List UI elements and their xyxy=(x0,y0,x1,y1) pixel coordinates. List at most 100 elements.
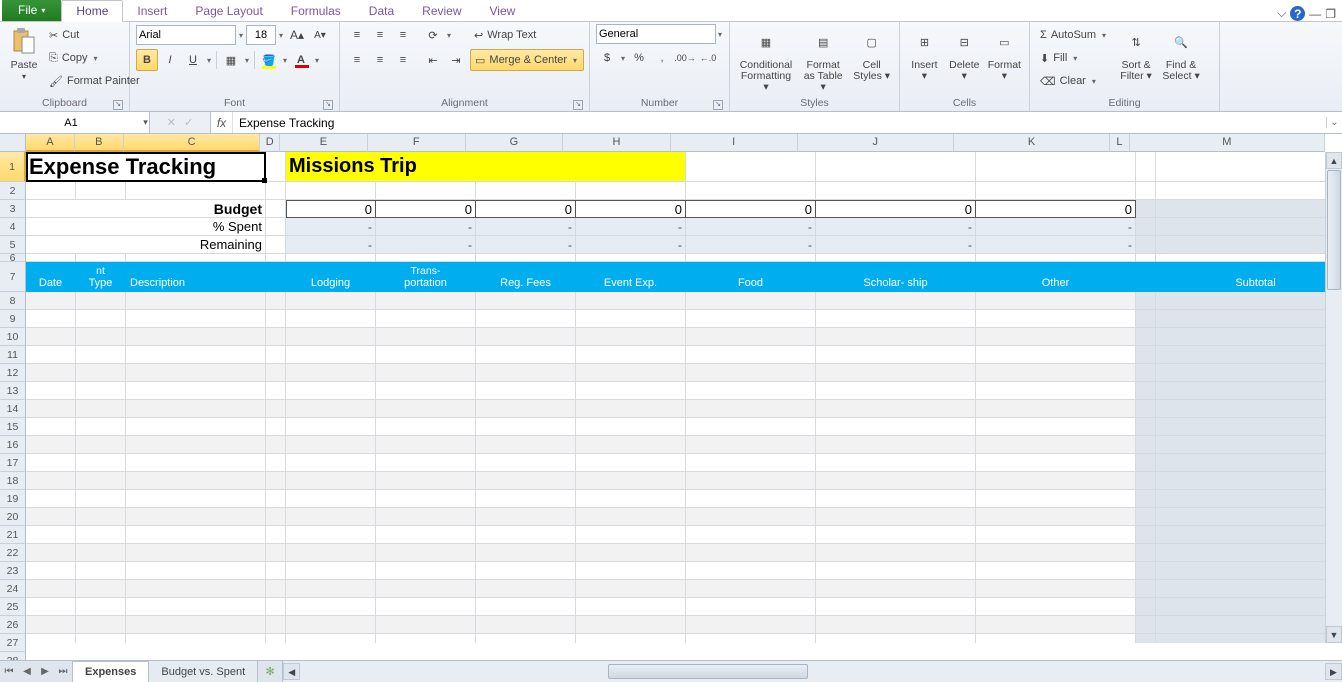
formula-input[interactable] xyxy=(233,116,1326,130)
cell-I20[interactable] xyxy=(686,508,816,526)
row-header-18[interactable]: 18 xyxy=(0,472,26,490)
align-right-icon[interactable]: ≡ xyxy=(392,49,414,71)
cell-D24[interactable] xyxy=(266,580,286,598)
cell-D22[interactable] xyxy=(266,544,286,562)
cell-E18[interactable] xyxy=(286,472,376,490)
cell-styles-button[interactable]: ▢Cell Styles ▾ xyxy=(850,24,893,84)
font-color-button[interactable]: A xyxy=(290,49,312,71)
format-as-table-button[interactable]: ▤Format as Table ▾ xyxy=(799,24,847,95)
cell-E10[interactable] xyxy=(286,328,376,346)
cell-D4[interactable] xyxy=(266,218,286,236)
scroll-down-button[interactable]: ▼ xyxy=(1326,626,1342,643)
fx-button[interactable]: fx xyxy=(211,112,233,133)
cell-G14[interactable] xyxy=(476,400,576,418)
row-headers[interactable]: 1234567891011121314151617181920212223242… xyxy=(0,152,26,643)
cell-E8[interactable] xyxy=(286,292,376,310)
font-size-select[interactable] xyxy=(246,25,276,45)
row-header-9[interactable]: 9 xyxy=(0,310,26,328)
cell-L12[interactable] xyxy=(1136,364,1156,382)
cell-E16[interactable] xyxy=(286,436,376,454)
cell-M17[interactable]: - xyxy=(1156,454,1325,472)
grow-font-icon[interactable]: A▴ xyxy=(286,24,308,46)
header-K[interactable]: Other xyxy=(976,262,1136,292)
cell-C15[interactable] xyxy=(126,418,266,436)
cell-G2[interactable] xyxy=(476,182,576,200)
cell-A5[interactable]: Remaining xyxy=(26,236,266,254)
cell-K15[interactable] xyxy=(976,418,1136,436)
cell-J10[interactable] xyxy=(816,328,976,346)
cell-E23[interactable] xyxy=(286,562,376,580)
row-header-26[interactable]: 26 xyxy=(0,616,26,634)
header-A[interactable]: Date xyxy=(26,262,76,292)
align-middle-icon[interactable]: ≡ xyxy=(369,24,391,46)
cell-H12[interactable] xyxy=(576,364,686,382)
cell-B25[interactable] xyxy=(76,598,126,616)
cell-K20[interactable] xyxy=(976,508,1136,526)
align-bottom-icon[interactable]: ≡ xyxy=(392,24,414,46)
cell-G25[interactable] xyxy=(476,598,576,616)
cell-J18[interactable] xyxy=(816,472,976,490)
cell-J19[interactable] xyxy=(816,490,976,508)
indent-decrease-icon[interactable]: ⇤ xyxy=(422,49,444,71)
cell-J27[interactable] xyxy=(816,634,976,643)
cell-H18[interactable] xyxy=(576,472,686,490)
header-C[interactable]: Description xyxy=(126,262,266,292)
align-center-icon[interactable]: ≡ xyxy=(369,49,391,71)
cell-M23[interactable]: - xyxy=(1156,562,1325,580)
cell-G4[interactable]: - xyxy=(476,218,576,236)
cell-E25[interactable] xyxy=(286,598,376,616)
cell-A2[interactable] xyxy=(26,182,76,200)
cell-J26[interactable] xyxy=(816,616,976,634)
cell-G24[interactable] xyxy=(476,580,576,598)
tab-review[interactable]: Review xyxy=(408,1,475,21)
cell-A15[interactable] xyxy=(26,418,76,436)
cell-H3[interactable]: 0 xyxy=(576,200,686,218)
row-header-15[interactable]: 15 xyxy=(0,418,26,436)
cell-D10[interactable] xyxy=(266,328,286,346)
sheet-tab-expenses[interactable]: Expenses xyxy=(73,661,149,682)
name-box-dropdown[interactable]: ▾ xyxy=(142,117,149,128)
cell-B11[interactable] xyxy=(76,346,126,364)
cell-F20[interactable] xyxy=(376,508,476,526)
cell-D20[interactable] xyxy=(266,508,286,526)
font-size-dd[interactable]: ▾ xyxy=(277,31,285,40)
cell-C2[interactable] xyxy=(126,182,266,200)
cell-F2[interactable] xyxy=(376,182,476,200)
cell-D16[interactable] xyxy=(266,436,286,454)
fill-button[interactable]: ⬇Fill▾ xyxy=(1036,47,1112,69)
cell-M2[interactable] xyxy=(1156,182,1325,200)
cell-E14[interactable] xyxy=(286,400,376,418)
cell-M26[interactable]: - xyxy=(1156,616,1325,634)
cell-C6[interactable] xyxy=(126,254,266,262)
cell-L2[interactable] xyxy=(1136,182,1156,200)
orientation-icon[interactable]: ⟳ xyxy=(422,24,444,46)
cell-G10[interactable] xyxy=(476,328,576,346)
vscroll-thumb[interactable] xyxy=(1327,170,1341,290)
cell-A11[interactable] xyxy=(26,346,76,364)
cell-L10[interactable] xyxy=(1136,328,1156,346)
cell-J5[interactable]: - xyxy=(816,236,976,254)
cell-E17[interactable] xyxy=(286,454,376,472)
cell-D14[interactable] xyxy=(266,400,286,418)
header-M[interactable]: Subtotal xyxy=(1156,262,1325,292)
header-B[interactable]: ntType xyxy=(76,262,126,292)
row-header-3[interactable]: 3 xyxy=(0,200,26,218)
cell-B24[interactable] xyxy=(76,580,126,598)
sheet-tab-budget-vs-spent[interactable]: Budget vs. Spent xyxy=(149,661,258,682)
cell-H26[interactable] xyxy=(576,616,686,634)
cell-E22[interactable] xyxy=(286,544,376,562)
cell-E26[interactable] xyxy=(286,616,376,634)
cell-C14[interactable] xyxy=(126,400,266,418)
cell-L27[interactable] xyxy=(1136,634,1156,643)
cell-F23[interactable] xyxy=(376,562,476,580)
cell-D27[interactable] xyxy=(266,634,286,643)
row-header-7[interactable]: 7 xyxy=(0,262,26,292)
cell-H20[interactable] xyxy=(576,508,686,526)
sort-filter-button[interactable]: ⇅Sort & Filter ▾ xyxy=(1115,24,1157,84)
cell-M5[interactable]: - xyxy=(1156,236,1325,254)
cell-I2[interactable] xyxy=(686,182,816,200)
cell-I14[interactable] xyxy=(686,400,816,418)
cell-C18[interactable] xyxy=(126,472,266,490)
tab-view[interactable]: View xyxy=(476,1,530,21)
cell-J8[interactable] xyxy=(816,292,976,310)
